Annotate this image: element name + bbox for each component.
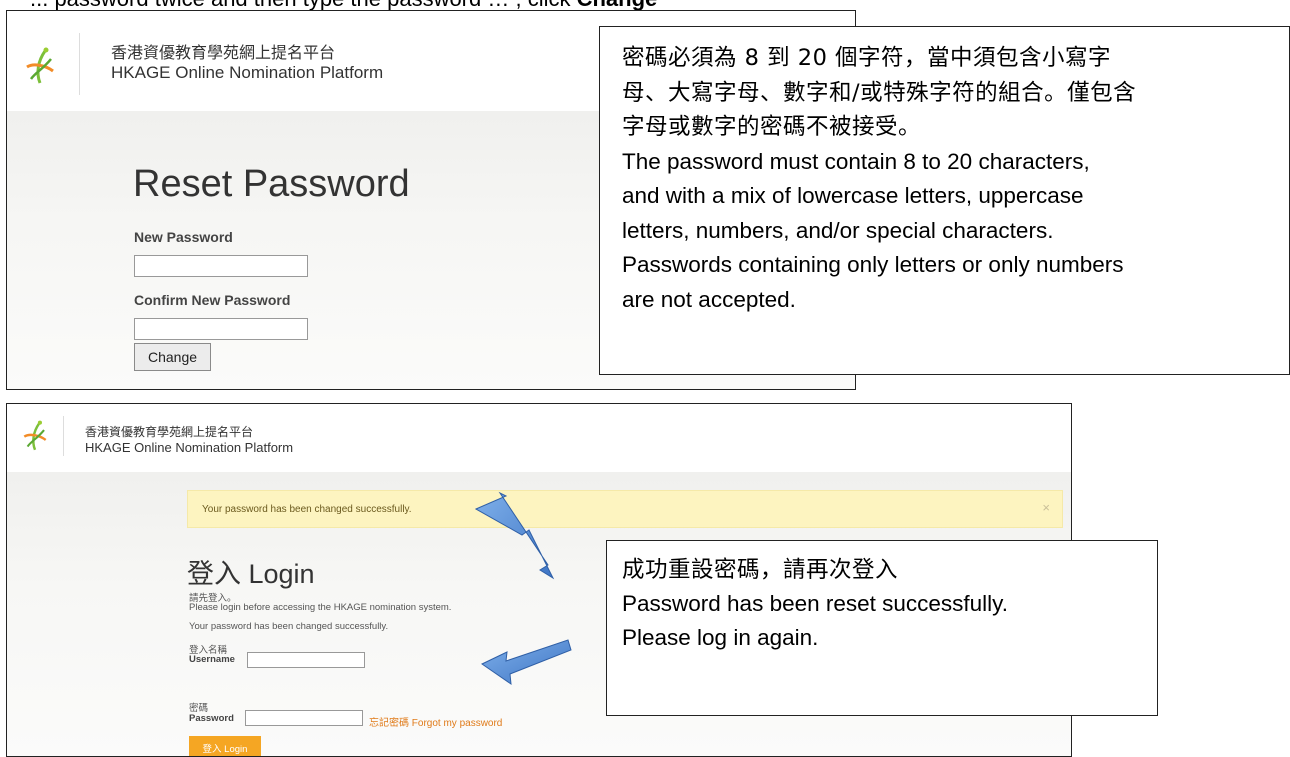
username-input[interactable] (247, 652, 365, 668)
rules-en-line-5: are not accepted. (622, 286, 796, 312)
password-label-zh: 密碼 (189, 703, 209, 714)
rules-en-line-4: Passwords containing only letters or onl… (622, 252, 1124, 277)
success-alert: Your password has been changed successfu… (187, 490, 1063, 528)
password-input[interactable] (245, 710, 363, 726)
username-label-en: Username (189, 654, 235, 665)
hkage-logo-icon (23, 420, 47, 451)
confirm-password-input[interactable] (134, 318, 308, 340)
confirm-password-label: Confirm New Password (134, 292, 291, 308)
login-title: 登入 Login (187, 559, 315, 589)
rules-en-line-2: and with a mix of lowercase letters, upp… (622, 183, 1084, 208)
login-button[interactable]: 登入 Login (189, 736, 261, 756)
password-rules-callout: 密碼必須為 8 到 20 個字符，當中須包含小寫字 母、大寫字母、數字和/或特殊… (599, 26, 1290, 375)
change-button[interactable]: Change (134, 343, 211, 371)
success-message: Your password has been changed successfu… (189, 621, 389, 632)
brand-title-en: HKAGE Online Nomination Platform (111, 63, 384, 82)
rules-zh-line-1: 密碼必須為 8 到 20 個字符，當中須包含小寫字 (622, 45, 1112, 71)
forgot-password-link[interactable]: 忘記密碼 Forgot my password (369, 714, 502, 729)
brand-title-en: HKAGE Online Nomination Platform (85, 440, 294, 455)
new-password-label: New Password (134, 229, 233, 245)
rules-zh-line-3: 字母或數字的密碼不被接受。 (622, 114, 922, 140)
intro-en: Please login before accessing the HKAGE … (189, 602, 452, 613)
brand-title-zh: 香港資優教育學苑網上提名平台 (85, 425, 254, 439)
rules-en-line-1: The password must contain 8 to 20 charac… (622, 148, 1090, 174)
rules-zh-line-2: 母、大寫字母、數字和/或特殊字符的組合。僅包含 (622, 79, 1137, 106)
hkage-logo-icon (26, 47, 54, 84)
brand-title-zh: 香港資優教育學苑網上提名平台 (111, 45, 336, 62)
page-title: Reset Password (133, 163, 410, 205)
success-callout-en-line-2: Please log in again. (622, 625, 819, 650)
reset-success-callout: 成功重設密碼，請再次登入 Password has been reset suc… (606, 540, 1158, 716)
password-label-en: Password (189, 713, 234, 724)
alert-close-icon[interactable]: × (1042, 500, 1050, 515)
site-header: 香港資優教育學苑網上提名平台 HKAGE Online Nomination P… (7, 404, 1071, 472)
rules-en-line-3: letters, numbers, and/or special charact… (622, 217, 1054, 243)
header-divider (63, 416, 64, 456)
new-password-input[interactable] (134, 255, 308, 277)
success-callout-zh: 成功重設密碼，請再次登入 (622, 557, 899, 583)
success-callout-en-line-1: Password has been reset successfully. (622, 591, 1009, 616)
alert-message: Your password has been changed successfu… (202, 504, 412, 515)
header-divider (79, 33, 80, 95)
